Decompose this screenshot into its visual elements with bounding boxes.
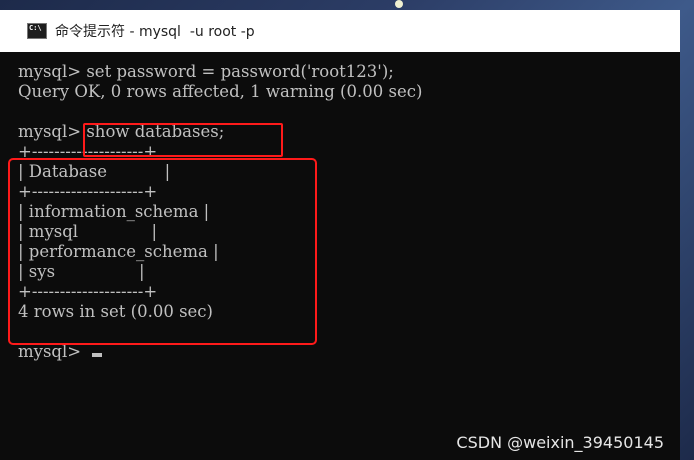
desktop: C:\ 命令提示符 - mysql -u root -p mysql> set … [0,0,694,460]
csdn-watermark: CSDN @weixin_39450145 [456,433,664,452]
wallpaper-moon [395,0,403,8]
result-highlight-box [8,158,317,345]
text-cursor [92,353,103,357]
console-line: Query OK, 0 rows affected, 1 warning (0.… [18,82,423,101]
cmd-icon: C:\ [27,23,47,39]
command-prompt-window[interactable]: C:\ 命令提示符 - mysql -u root -p mysql> set … [0,10,680,460]
title-bar[interactable]: C:\ 命令提示符 - mysql -u root -p [0,10,680,52]
console-prompt-line[interactable]: mysql> [18,342,678,362]
console-line: mysql> set password = password('root123'… [18,62,394,81]
command-highlight-box [83,123,283,157]
window-title: 命令提示符 - mysql -u root -p [55,24,255,40]
